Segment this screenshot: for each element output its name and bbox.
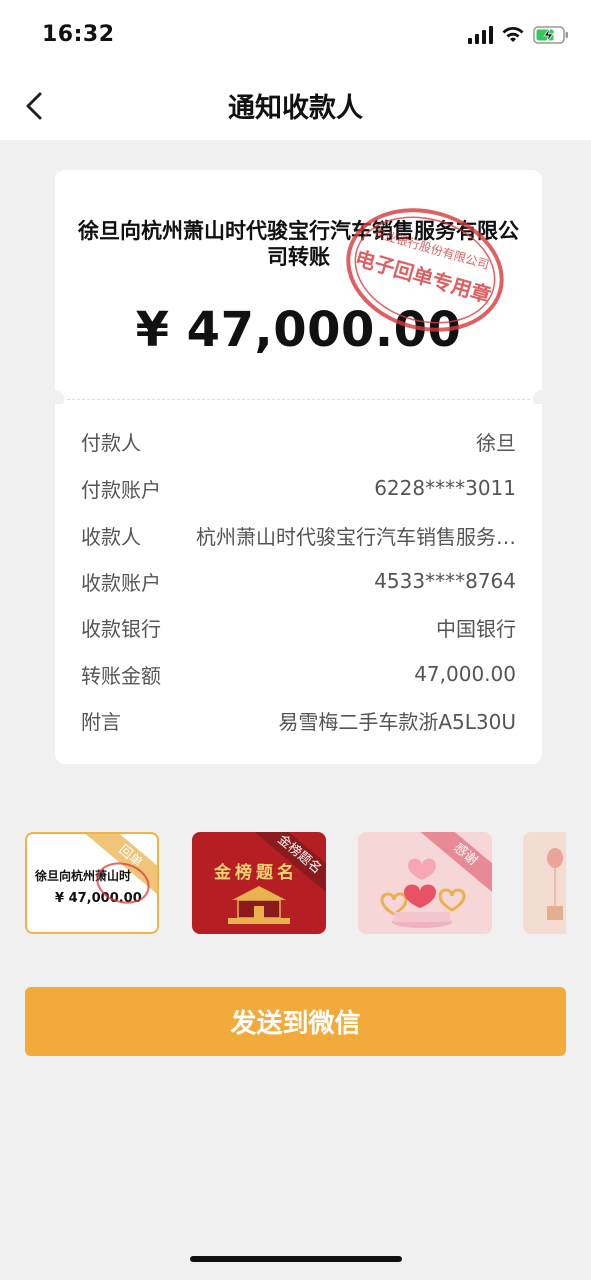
page-title: 通知收款人 [228,93,363,124]
row-payee-bank: 收款银行 中国银行 [81,611,516,643]
remark-label: 附言 [81,709,121,734]
payee-bank-label: 收款银行 [81,616,161,641]
amount-value: 47,000.00 [414,662,516,686]
balloon-icon [547,848,563,920]
row-remark: 附言 易雪梅二手车款浙A5L30U [81,704,516,736]
signal-icon [468,26,493,44]
status-icons [468,24,569,46]
mini-stamp-icon [96,862,150,904]
template-more[interactable] [523,832,566,934]
payer-label: 付款人 [81,430,141,455]
payee-value: 杭州萧山时代骏宝行汽车销售服务有限公司 [196,524,516,549]
battery-charging-icon [533,26,568,44]
receipt-details: 付款人 徐旦 付款账户 6228****3011 收款人 杭州萧山时代骏宝行汽车… [55,404,542,764]
remark-value: 易雪梅二手车款浙A5L30U [278,709,516,734]
receipt-divider [55,396,542,404]
status-time: 16:32 [42,22,115,47]
send-to-wechat-button[interactable]: 发送到微信 [25,987,566,1056]
payer-account-value: 6228****3011 [374,476,516,500]
row-payer: 付款人 徐旦 [81,425,516,457]
wifi-icon [502,27,524,42]
home-indicator [190,1256,402,1262]
payee-label: 收款人 [81,524,141,549]
template-thanks[interactable]: 感谢 [358,832,492,934]
template-gold-list[interactable]: 金榜题名 金榜题名 [192,832,326,934]
row-payee: 收款人 杭州萧山时代骏宝行汽车销售服务有限公司 [81,519,516,551]
amount-label: 转账金额 [81,663,161,688]
payer-account-label: 付款账户 [81,477,161,502]
payee-account-label: 收款账户 [81,570,161,595]
hearts-gift-icon [380,858,466,928]
receipt-card: 徐旦向杭州萧山时代骏宝行汽车销售服务有限公司转账 ¥ 47,000.00 农业银… [55,170,542,396]
payee-account-value: 4533****8764 [374,569,516,593]
payee-bank-value: 中国银行 [436,616,516,641]
template-receipt[interactable]: 回单 徐旦向杭州萧山时 ¥ 47,000.00 [25,832,159,934]
payer-value: 徐旦 [476,430,516,455]
header: 16:32 通知收款人 [0,0,591,140]
row-payer-account: 付款账户 6228****3011 [81,472,516,504]
template-strip: 回单 徐旦向杭州萧山时 ¥ 47,000.00 金榜题名 金榜题名 感谢 [25,832,566,936]
bank-seal-stamp: 农业银行股份有限公司 电子回单专用章 [346,208,504,332]
row-amount: 转账金额 47,000.00 [81,658,516,690]
pavilion-icon [228,886,290,924]
row-payee-account: 收款账户 4533****8764 [81,565,516,597]
